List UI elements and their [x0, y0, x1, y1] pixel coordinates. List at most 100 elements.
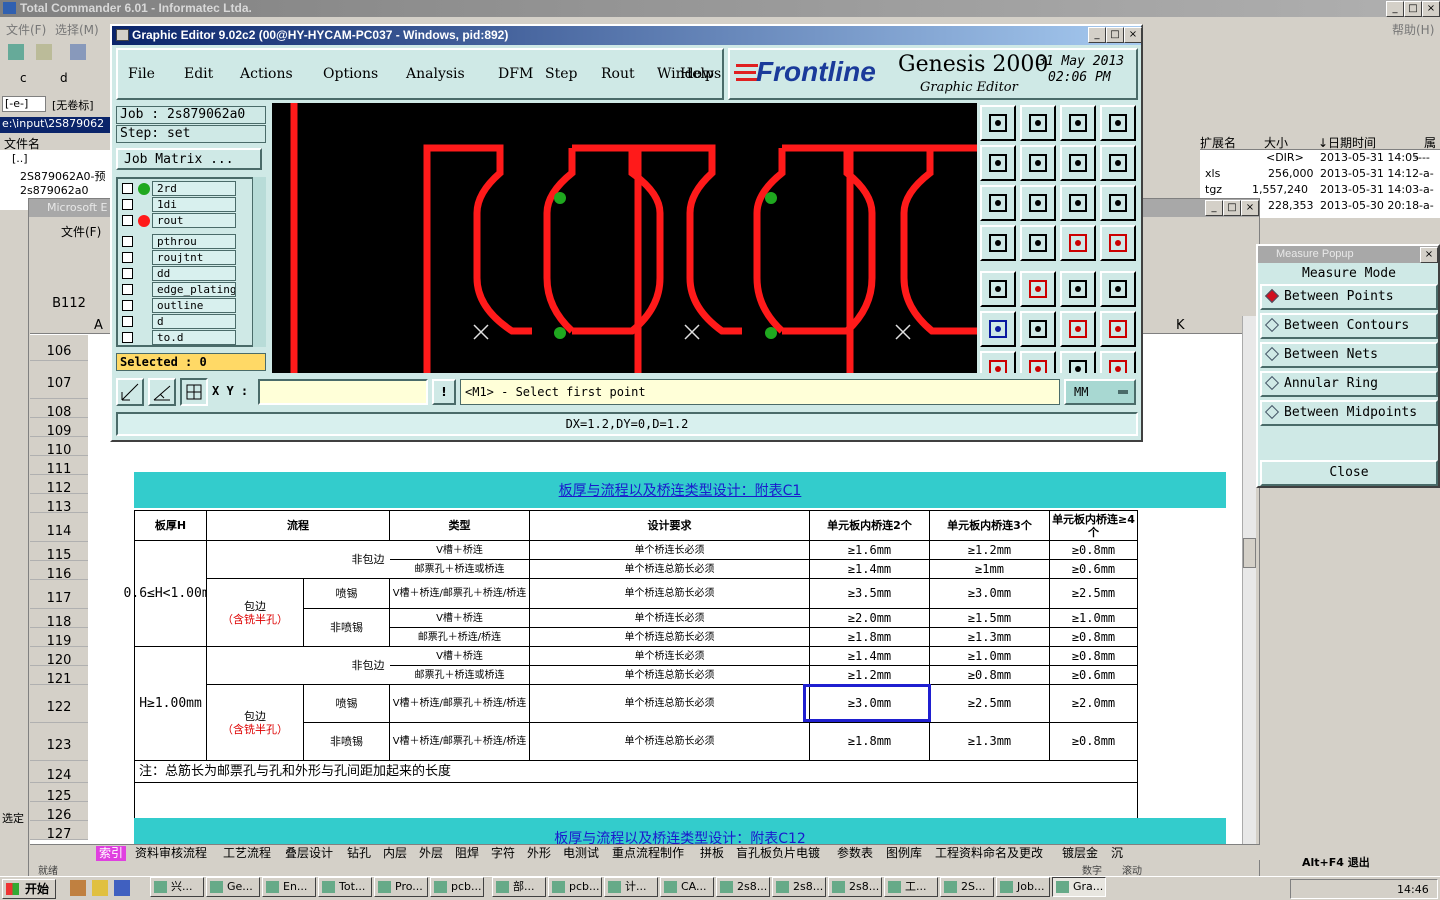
minimize-button[interactable]: _ [1386, 1, 1404, 17]
note-cell[interactable]: 注：总筋长为邮票孔与孔和外形与孔间距加起来的长度 [135, 761, 1138, 783]
sheet-tab[interactable]: 钻孔 [344, 846, 374, 861]
sheet-tab[interactable]: 镀层金 [1059, 846, 1101, 861]
clock[interactable]: 14:46 [1397, 883, 1429, 896]
table-cell[interactable]: V槽＋桥连/邮票孔＋桥连/桥连 [390, 579, 530, 609]
taskbar-button[interactable]: Ge... [206, 877, 260, 897]
measure-close-button[interactable]: Close [1260, 460, 1438, 486]
table-cell[interactable]: 单个桥连总筋长必须 [530, 560, 810, 579]
row-header[interactable]: 120 [30, 647, 88, 668]
file-item[interactable]: [..] [12, 152, 28, 165]
table-cell[interactable]: ≥1.2mm [930, 541, 1050, 560]
layer-checkbox[interactable] [122, 199, 133, 210]
grid-icon[interactable] [36, 44, 52, 60]
table-cell[interactable]: ≥0.8mm [1050, 541, 1138, 560]
menu-actions[interactable]: Actions [240, 66, 293, 82]
ruler-icon[interactable] [1060, 271, 1096, 307]
process-cell[interactable]: 非喷锡 [304, 723, 390, 761]
zoom-home-icon[interactable] [980, 105, 1016, 141]
excel-close[interactable]: × [1241, 200, 1259, 216]
sheet-tab[interactable]: 拼板 [697, 846, 727, 861]
alert-button[interactable]: ! [432, 379, 456, 405]
taskbar-button[interactable]: pcb... [548, 877, 602, 897]
table-cell[interactable]: 单个桥连总筋长必须 [530, 666, 810, 685]
arc-icon[interactable] [1060, 351, 1096, 373]
table-cell[interactable]: ≥2.0mm [810, 609, 930, 628]
file-item[interactable]: 2s879062a0 [20, 184, 88, 197]
fit-icon[interactable] [980, 185, 1016, 221]
layer-row[interactable]: 2rd [118, 181, 268, 196]
redo-icon[interactable] [1100, 145, 1136, 181]
taskbar-button[interactable]: En... [262, 877, 316, 897]
circle-icon[interactable] [1100, 271, 1136, 307]
sheet-tab[interactable]: 外层 [416, 846, 446, 861]
taskbar-button[interactable]: 2s8... [716, 877, 770, 897]
diag-icon[interactable] [1020, 351, 1056, 373]
table-cell[interactable]: ≥1.8mm [810, 723, 930, 761]
name-box[interactable]: B112 [29, 295, 109, 313]
row-header[interactable]: 117 [30, 580, 88, 609]
row-header[interactable]: 110 [30, 437, 88, 458]
layer-checkbox[interactable] [122, 284, 133, 295]
flip-icon[interactable] [1100, 351, 1136, 373]
taskbar-button[interactable]: 2s8... [772, 877, 826, 897]
taskbar-button[interactable]: Gra... [1052, 877, 1106, 897]
row-header[interactable]: 125 [30, 783, 88, 804]
table-cell[interactable]: 邮票孔＋桥连或桥连 [390, 560, 530, 579]
table-cell[interactable]: ≥1.0mm [1050, 609, 1138, 628]
taskbar-button[interactable]: 工... [884, 877, 938, 897]
table-cell[interactable]: 单个桥连总筋长必须 [530, 628, 810, 647]
table-cell[interactable]: ≥2.0mm [1050, 685, 1138, 723]
taskbar-button[interactable]: 计... [604, 877, 658, 897]
table-cell[interactable]: 单个桥连长必须 [530, 647, 810, 666]
sheet-tab[interactable]: 图例库 [883, 846, 925, 861]
table-cell[interactable]: ≥0.6mm [1050, 560, 1138, 579]
table-cell[interactable]: ≥1.4mm [810, 560, 930, 579]
pan-left-icon[interactable] [980, 145, 1016, 181]
grid-snap-button[interactable] [180, 378, 208, 406]
cross-icon[interactable] [1020, 311, 1056, 347]
row-header[interactable]: 118 [30, 609, 88, 630]
menu-help[interactable]: Help [680, 66, 714, 82]
table-cell[interactable]: 设计要求 [530, 511, 810, 541]
table-cell[interactable]: ≥1.6mm [810, 541, 930, 560]
layer-row[interactable]: rout [118, 213, 268, 228]
node-icon[interactable] [980, 311, 1016, 347]
sheet-tab[interactable]: 参数表 [834, 846, 876, 861]
table-cell[interactable]: H≥1.00mm [135, 647, 207, 761]
measure-option[interactable]: Between Midpoints [1260, 400, 1438, 426]
menu-file[interactable]: File [128, 66, 155, 82]
row-header[interactable]: 123 [30, 723, 88, 761]
table-cell[interactable]: ≥1.5mm [930, 609, 1050, 628]
table-cell[interactable]: ≥0.8mm [1050, 723, 1138, 761]
table-cell[interactable]: 板厚H [135, 511, 207, 541]
measure-close-x[interactable]: × [1420, 247, 1438, 263]
table-cell[interactable]: ≥1.0mm [930, 647, 1050, 666]
close-button[interactable]: × [1422, 1, 1440, 17]
vertical-scrollbar[interactable] [1242, 316, 1256, 844]
table-cell[interactable]: 流程 [207, 511, 390, 541]
wrap-cell[interactable]: 包边 （含铣半孔） [207, 579, 304, 647]
table-cell[interactable]: ≥1mm [930, 560, 1050, 579]
table-cell[interactable]: 单元板内桥连3个 [930, 511, 1050, 541]
table-cell[interactable]: V槽＋桥连 [390, 609, 530, 628]
row-header[interactable]: 107 [30, 361, 88, 399]
menu-edit[interactable]: Edit [184, 66, 213, 82]
sheet-tab[interactable]: 内层 [380, 846, 410, 861]
help-icon[interactable] [1100, 185, 1136, 221]
sheet-tab[interactable]: 外形 [524, 846, 554, 861]
refresh-icon[interactable] [8, 44, 24, 60]
layer-row[interactable]: outline [118, 298, 268, 313]
row-header[interactable]: 111 [30, 456, 88, 477]
sheet-tab[interactable]: 沉 [1108, 846, 1126, 861]
row-header[interactable]: 112 [30, 475, 88, 496]
excel-menu-file[interactable]: 文件(F) [61, 223, 101, 240]
excel-minimize[interactable]: _ [1205, 200, 1223, 216]
sheet-tab[interactable]: 盲孔板负片电镀 [733, 846, 823, 861]
row-header[interactable]: 124 [30, 761, 88, 783]
table-cell[interactable]: ≥1.2mm [810, 666, 930, 685]
process-cell[interactable]: 喷锡 [304, 579, 390, 609]
table-cell[interactable]: ≥0.6mm [1050, 666, 1138, 685]
taskbar-button[interactable]: 兴... [150, 877, 204, 897]
layer-checkbox[interactable] [122, 268, 133, 279]
table-cell[interactable]: ≥3.5mm [810, 579, 930, 609]
